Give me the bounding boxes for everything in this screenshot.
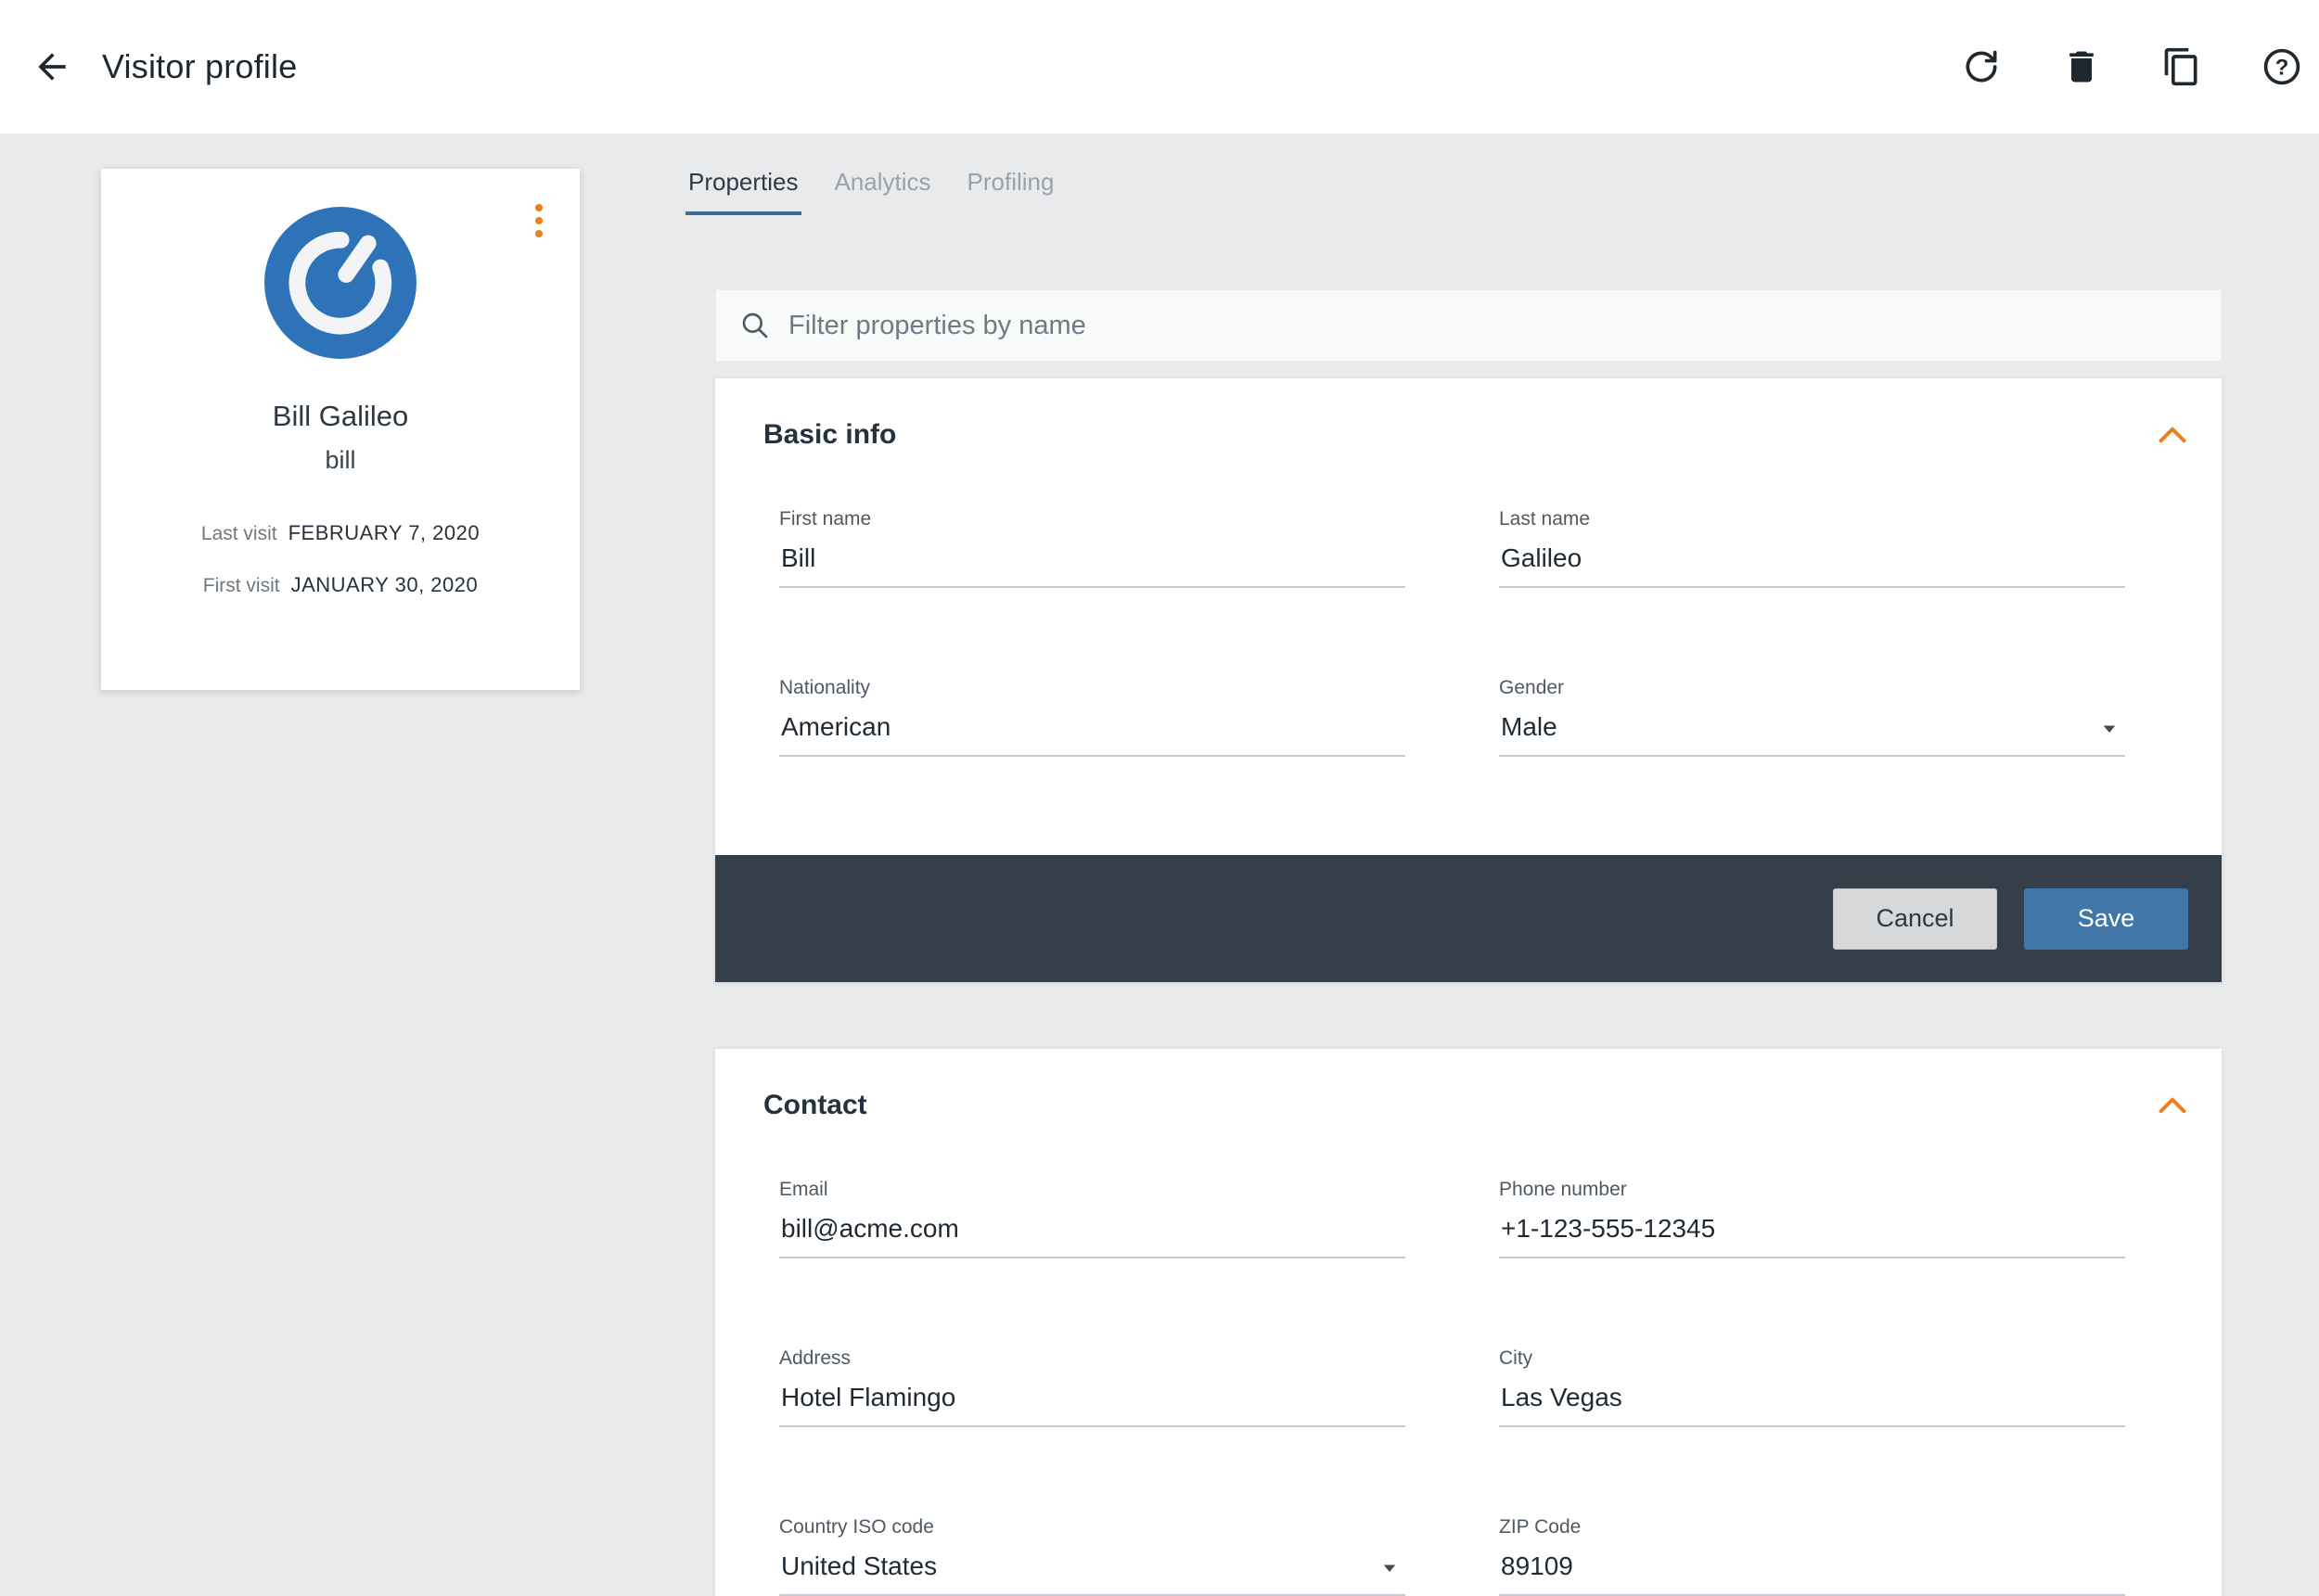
zip-code-label: ZIP Code <box>1499 1516 2125 1539</box>
field-country-iso-code: Country ISO code <box>779 1516 1405 1596</box>
visitor-name: Bill Galileo <box>273 400 408 433</box>
first-name-label: First name <box>779 508 1405 530</box>
email-label: Email <box>779 1179 1405 1201</box>
nationality-label: Nationality <box>779 677 1405 699</box>
basic-info-collapse-button[interactable] <box>2151 419 2194 451</box>
phone-number-input[interactable] <box>1499 1212 2125 1258</box>
field-nationality: Nationality <box>779 677 1405 757</box>
last-visit-row: Last visit FEBRUARY 7, 2020 <box>201 521 480 545</box>
delete-button[interactable] <box>2057 43 2106 91</box>
contact-fields: Email Phone number Address City Country … <box>779 1179 2222 1596</box>
address-input[interactable] <box>779 1381 1405 1427</box>
first-visit-row: First visit JANUARY 30, 2020 <box>201 573 480 597</box>
tab-analytics[interactable]: Analytics <box>832 168 934 215</box>
copy-button[interactable] <box>2158 43 2206 91</box>
refresh-icon <box>1961 46 2002 87</box>
visit-summary: Last visit FEBRUARY 7, 2020 First visit … <box>201 521 480 597</box>
tab-properties[interactable]: Properties <box>685 168 801 215</box>
basic-info-actions: Cancel Save <box>715 855 2222 982</box>
visitor-username: bill <box>325 446 355 475</box>
field-email: Email <box>779 1179 1405 1258</box>
city-input[interactable] <box>1499 1381 2125 1427</box>
tab-profiling[interactable]: Profiling <box>965 168 1057 215</box>
section-basic-info: Basic info First name Last name National… <box>715 378 2222 982</box>
field-gender: Gender <box>1499 677 2125 757</box>
contact-collapse-button[interactable] <box>2151 1090 2194 1121</box>
save-button[interactable]: Save <box>2024 888 2188 950</box>
filter-bar <box>715 289 2222 362</box>
field-last-name: Last name <box>1499 508 2125 588</box>
avatar <box>264 207 416 359</box>
country-select[interactable] <box>779 1550 1405 1596</box>
trash-icon <box>2061 46 2102 87</box>
contact-header: Contact <box>715 1049 2222 1121</box>
profile-tabs: Properties Analytics Profiling <box>685 168 1057 215</box>
page-title: Visitor profile <box>102 47 297 86</box>
gender-label: Gender <box>1499 677 2125 699</box>
search-icon <box>740 311 770 340</box>
field-phone-number: Phone number <box>1499 1179 2125 1258</box>
help-icon: ? <box>2261 46 2302 87</box>
last-name-label: Last name <box>1499 508 2125 530</box>
address-label: Address <box>779 1347 1405 1370</box>
zip-code-input[interactable] <box>1499 1550 2125 1596</box>
field-zip-code: ZIP Code <box>1499 1516 2125 1596</box>
top-bar-actions: ? <box>1957 43 2319 91</box>
email-input[interactable] <box>779 1212 1405 1258</box>
power-icon <box>264 207 416 359</box>
visitor-card: Bill Galileo bill Last visit FEBRUARY 7,… <box>101 169 580 690</box>
kebab-menu-icon <box>535 204 543 211</box>
country-iso-code-label: Country ISO code <box>779 1516 1405 1539</box>
gender-select[interactable] <box>1499 710 2125 757</box>
visitor-profile-page: Visitor profile ? <box>0 0 2319 1596</box>
last-name-input[interactable] <box>1499 542 2125 588</box>
basic-info-fields: First name Last name Nationality Gender <box>779 508 2222 757</box>
first-visit-label: First visit <box>203 575 280 597</box>
section-contact: Contact Email Phone number Address City <box>715 1049 2222 1596</box>
field-address: Address <box>779 1347 1405 1427</box>
last-visit-value: FEBRUARY 7, 2020 <box>288 521 480 545</box>
copy-icon <box>2161 46 2202 87</box>
nationality-input[interactable] <box>779 710 1405 757</box>
basic-info-title: Basic info <box>763 419 896 451</box>
contact-title: Contact <box>763 1090 867 1121</box>
chevron-up-icon <box>2159 1097 2186 1114</box>
help-button[interactable]: ? <box>2258 43 2306 91</box>
filter-properties-input[interactable] <box>788 311 2197 341</box>
card-menu-button[interactable] <box>528 197 550 245</box>
cancel-button[interactable]: Cancel <box>1833 888 1997 950</box>
top-bar: Visitor profile ? <box>0 0 2319 134</box>
back-button[interactable] <box>28 43 76 91</box>
first-name-input[interactable] <box>779 542 1405 588</box>
first-visit-value: JANUARY 30, 2020 <box>291 573 479 597</box>
city-label: City <box>1499 1347 2125 1370</box>
field-first-name: First name <box>779 508 1405 588</box>
arrow-left-icon <box>32 46 72 87</box>
basic-info-header: Basic info <box>715 378 2222 451</box>
last-visit-label: Last visit <box>201 523 277 545</box>
chevron-up-icon <box>2159 427 2186 443</box>
phone-number-label: Phone number <box>1499 1179 2125 1201</box>
field-city: City <box>1499 1347 2125 1427</box>
refresh-button[interactable] <box>1957 43 2005 91</box>
svg-text:?: ? <box>2275 55 2289 80</box>
